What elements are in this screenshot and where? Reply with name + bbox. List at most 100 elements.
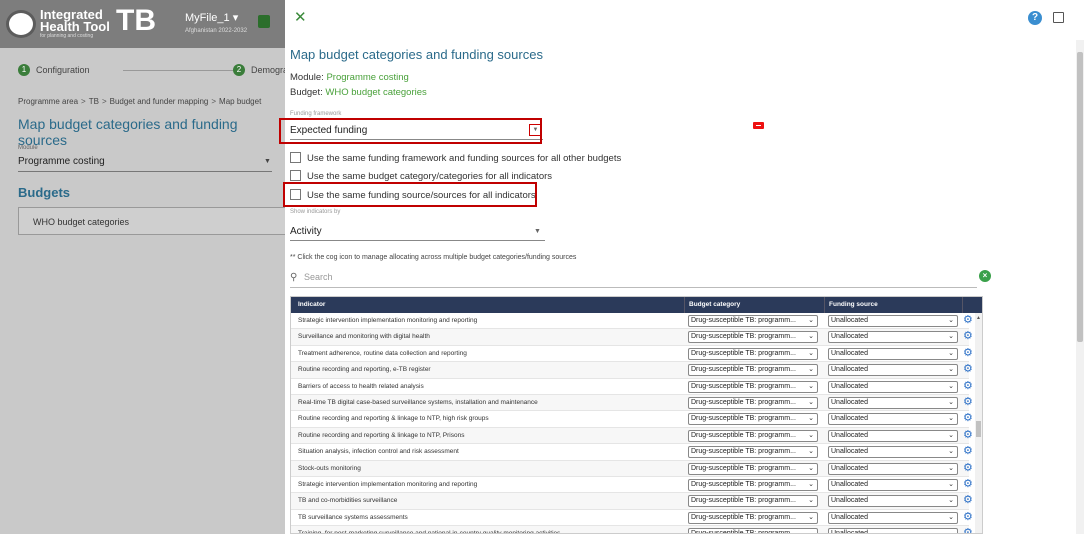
budget-category-select[interactable]: Drug-susceptible TB: programm... ⌄: [688, 380, 818, 393]
cog-icon[interactable]: ⚙: [963, 446, 973, 457]
budget-category-select[interactable]: Drug-susceptible TB: programm... ⌄: [688, 495, 818, 508]
table-row: Treatment adherence, routine data collec…: [291, 345, 973, 363]
indicator-cell: Real-time TB digital case-based surveill…: [298, 399, 538, 406]
chevron-down-icon: ⌄: [948, 481, 954, 488]
indicator-cell: Strategic intervention implementation mo…: [298, 317, 478, 324]
cog-icon[interactable]: ⚙: [963, 380, 973, 392]
checkbox-same-framework[interactable]: [290, 152, 301, 163]
budget-category-select[interactable]: Drug-susceptible TB: programm... ⌄: [688, 364, 818, 377]
indicator-cell: Strategic intervention implementation mo…: [298, 481, 478, 488]
funding-source-select[interactable]: Unallocated ⌄: [828, 462, 958, 475]
save-icon[interactable]: [258, 15, 270, 28]
chevron-down-icon: ⌄: [948, 464, 954, 472]
checkbox-label: Use the same budget category/categories …: [307, 171, 553, 182]
module-select[interactable]: Programme costing: [18, 156, 105, 167]
funding-source-select[interactable]: Unallocated ⌄: [828, 528, 958, 533]
file-subtitle: Afghanistan 2022-2032: [185, 28, 248, 34]
cog-icon[interactable]: ⚙: [963, 315, 973, 326]
cog-icon[interactable]: ⚙: [963, 462, 973, 474]
chevron-down-icon: ⌄: [948, 349, 954, 357]
help-icon[interactable]: ?: [1028, 11, 1042, 25]
budget-category-select[interactable]: Drug-susceptible TB: programm... ⌄: [688, 397, 818, 409]
crumb-item[interactable]: Programme area: [18, 97, 78, 106]
logo-text: Integrated Health Tool: [40, 7, 110, 34]
funding-source-select[interactable]: Unallocated ⌄: [828, 446, 958, 459]
funding-source-select[interactable]: Unallocated ⌄: [828, 397, 958, 409]
step-2-dot[interactable]: 2: [233, 64, 245, 76]
budget-category-select[interactable]: Drug-susceptible TB: programm... ⌄: [688, 413, 818, 426]
table-row: Barriers of access to health related ana…: [291, 378, 973, 395]
table-scrollbar[interactable]: ▲: [975, 313, 982, 533]
budget-category-select[interactable]: Drug-susceptible TB: programm... ⌄: [688, 479, 818, 491]
header-indicator[interactable]: Indicator: [298, 301, 325, 308]
chevron-down-icon: ⌄: [808, 481, 814, 488]
step-progress: 1 Configuration 2 Demograp: [18, 62, 285, 78]
funding-framework-label: Funding framework: [290, 111, 342, 117]
step-connector: [123, 70, 233, 71]
budget-category-select[interactable]: Drug-susceptible TB: programm... ⌄: [688, 347, 818, 360]
funding-source-select[interactable]: Unallocated ⌄: [828, 364, 958, 377]
funding-source-select[interactable]: Unallocated ⌄: [828, 380, 958, 393]
indicator-cell: Barriers of access to health related ana…: [298, 382, 424, 390]
crumb-item[interactable]: Budget and funder mapping: [110, 97, 209, 106]
table-row: Surveillance and monitoring with digital…: [291, 329, 973, 346]
step-1-label[interactable]: Configuration: [36, 65, 90, 75]
chevron-down-icon[interactable]: ▼: [264, 158, 271, 165]
table-row: Real-time TB digital case-based surveill…: [291, 395, 973, 412]
cog-icon[interactable]: ⚙: [963, 479, 973, 490]
cog-icon[interactable]: ⚙: [963, 347, 973, 359]
budget-category-select[interactable]: Drug-susceptible TB: programm... ⌄: [688, 429, 818, 442]
crumb-item[interactable]: TB: [89, 97, 99, 106]
show-indicators-select[interactable]: Activity: [290, 226, 322, 237]
funding-source-select[interactable]: Unallocated ⌄: [828, 315, 958, 327]
funding-source-select[interactable]: Unallocated ⌄: [828, 429, 958, 442]
chevron-down-icon: ⌄: [948, 431, 954, 439]
file-menu[interactable]: MyFile_1 ▾: [185, 11, 238, 24]
search-input[interactable]: [304, 270, 704, 284]
checkbox-same-budget-category[interactable]: [290, 170, 301, 181]
chevron-down-icon: ⌄: [948, 415, 954, 423]
indicator-cell: Routine recording and reporting & linkag…: [298, 431, 465, 439]
budget-category-select[interactable]: Drug-susceptible TB: programm... ⌄: [688, 511, 818, 524]
budget-category-select[interactable]: Drug-susceptible TB: programm... ⌄: [688, 462, 818, 475]
chevron-down-icon: ⌄: [808, 431, 814, 439]
budget-category-select[interactable]: Drug-susceptible TB: programm... ⌄: [688, 528, 818, 533]
step-1-dot[interactable]: 1: [18, 64, 30, 76]
step-2-label[interactable]: Demograp: [251, 65, 285, 75]
clear-search-icon[interactable]: ×: [979, 270, 991, 282]
table-row: Situation analysis, infection control an…: [291, 444, 973, 461]
logo-tagline: for planning and costing: [40, 33, 94, 39]
close-icon[interactable]: ✕: [294, 10, 307, 25]
funding-source-select[interactable]: Unallocated ⌄: [828, 511, 958, 524]
chevron-down-icon: ⌄: [808, 497, 814, 505]
cog-icon[interactable]: ⚙: [963, 429, 973, 441]
chevron-down-icon: ⌄: [948, 366, 954, 374]
chevron-down-icon[interactable]: ▼: [534, 228, 541, 235]
funding-source-select[interactable]: Unallocated ⌄: [828, 479, 958, 491]
panel-scrollbar[interactable]: [1076, 40, 1084, 534]
chevron-down-icon: ⌄: [948, 448, 954, 456]
funding-source-select[interactable]: Unallocated ⌄: [828, 331, 958, 344]
indicator-cell: Surveillance and monitoring with digital…: [298, 333, 430, 341]
cog-icon[interactable]: ⚙: [963, 413, 973, 424]
minus-icon[interactable]: [753, 122, 764, 129]
cog-icon[interactable]: ⚙: [963, 495, 973, 506]
funding-source-select[interactable]: Unallocated ⌄: [828, 347, 958, 360]
budget-card[interactable]: WHO budget categories: [18, 207, 285, 235]
table-row: Training, for post-marketing surveillanc…: [291, 526, 973, 533]
cog-icon[interactable]: ⚙: [963, 364, 973, 375]
cog-icon[interactable]: ⚙: [963, 397, 973, 408]
header-funding-source[interactable]: Funding source: [829, 301, 878, 308]
indicator-table: Indicator Budget category Funding source…: [290, 296, 983, 534]
cog-icon[interactable]: ⚙: [963, 511, 973, 523]
module-label: Module: [18, 145, 38, 151]
budget-category-select[interactable]: Drug-susceptible TB: programm... ⌄: [688, 446, 818, 459]
header-budget-category[interactable]: Budget category: [689, 301, 740, 308]
cog-icon[interactable]: ⚙: [963, 528, 973, 533]
cog-icon[interactable]: ⚙: [963, 331, 973, 342]
funding-source-select[interactable]: Unallocated ⌄: [828, 495, 958, 508]
budget-category-select[interactable]: Drug-susceptible TB: programm... ⌄: [688, 315, 818, 327]
funding-source-select[interactable]: Unallocated ⌄: [828, 413, 958, 426]
budget-category-select[interactable]: Drug-susceptible TB: programm... ⌄: [688, 331, 818, 344]
maximize-icon[interactable]: [1053, 12, 1064, 23]
